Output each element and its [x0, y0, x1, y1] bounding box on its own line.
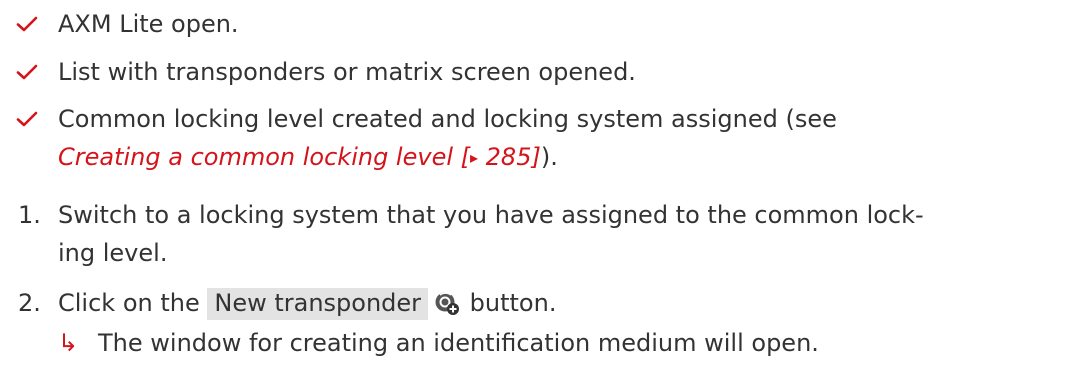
prerequisite-text: Common locking level created and locking… [58, 105, 837, 133]
step-text: Click on the New transponder button. [58, 286, 556, 320]
step-result-text: The window for creating an identificatio… [98, 329, 819, 357]
step-number: 1. [18, 201, 41, 229]
prerequisite-text: List with transponders or matrix screen … [58, 58, 636, 86]
checkmark-icon [16, 7, 40, 41]
checkmark-icon [16, 55, 40, 89]
page-arrow-icon: ▸ [470, 148, 479, 167]
step-text: Switch to a locking system that you have… [58, 201, 924, 229]
checkmark-icon [16, 102, 40, 136]
result-arrow-icon: ↳ [58, 329, 79, 357]
step-number: 2. [18, 289, 41, 317]
instruction-document: AXM Lite open. List with transponders or… [0, 0, 1083, 374]
new-transponder-button-label[interactable]: New transponder [207, 288, 429, 320]
prerequisite-text: AXM Lite open. [58, 10, 239, 38]
cross-reference-link[interactable]: Creating a common locking level [▸ 285] [58, 143, 541, 171]
new-transponder-icon[interactable] [434, 290, 460, 316]
step-text-continued: ing level. [58, 239, 168, 267]
